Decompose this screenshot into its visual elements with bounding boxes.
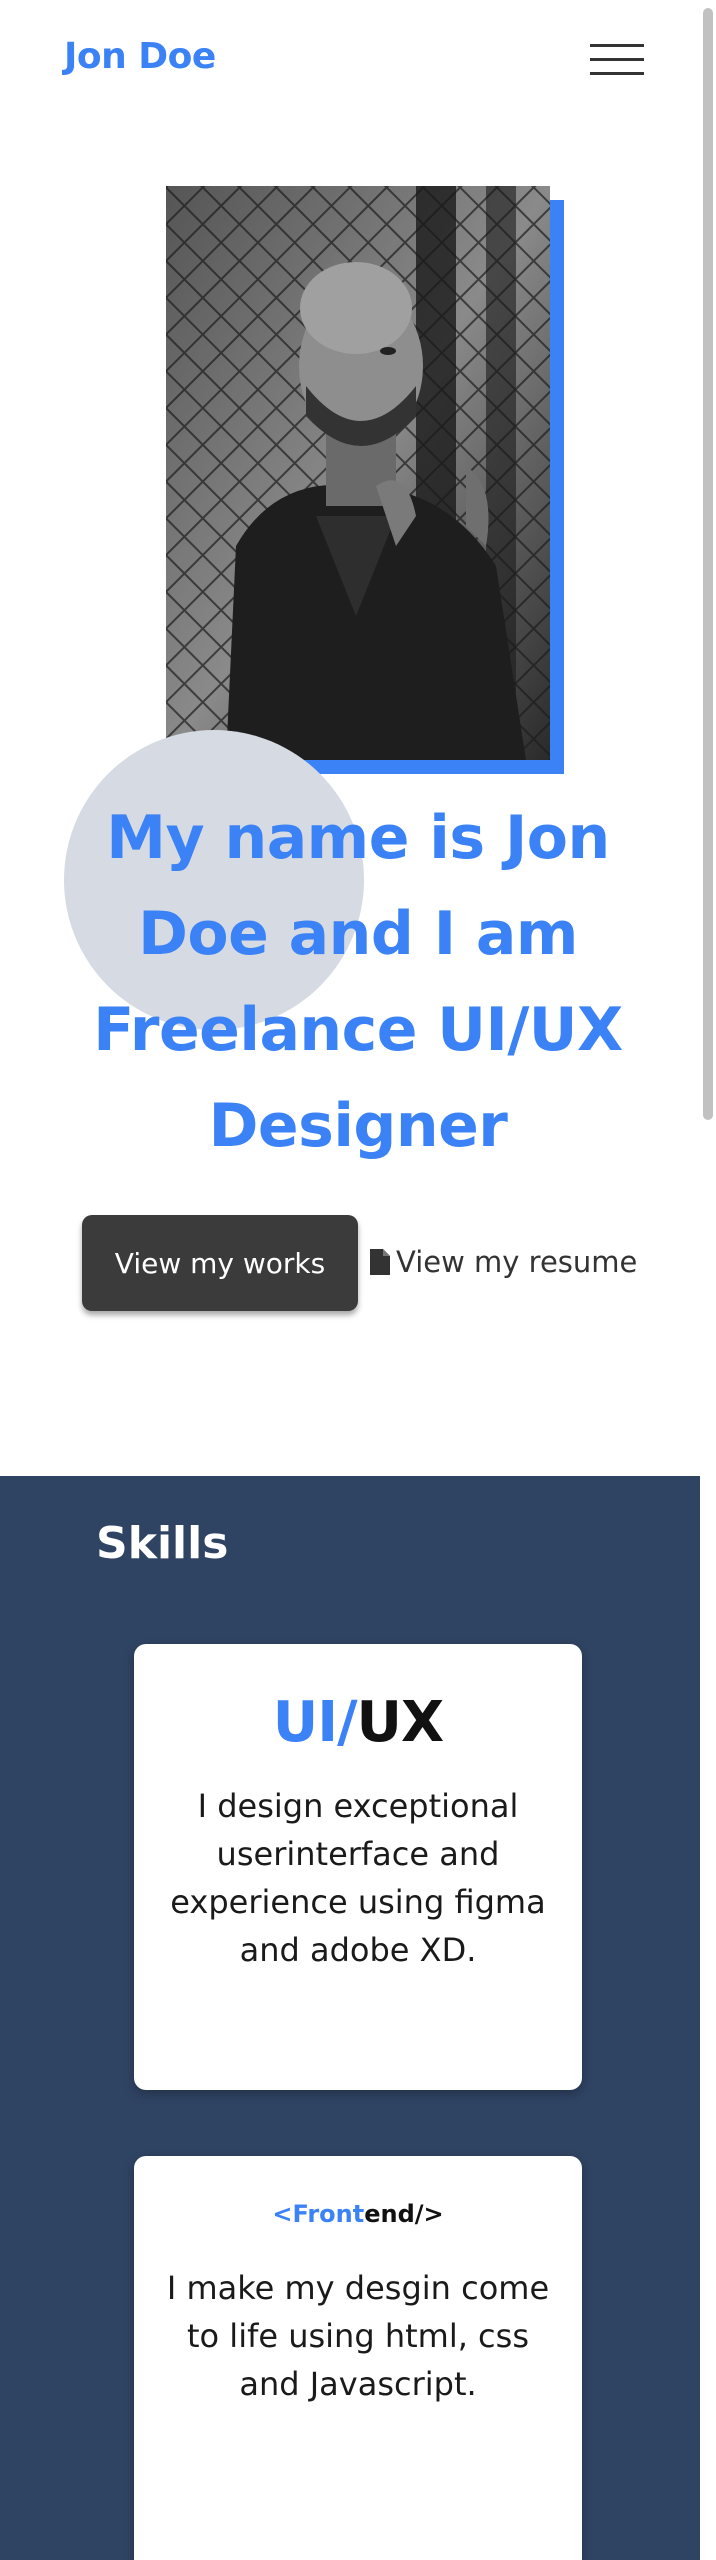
heading-part-accent: <Front bbox=[272, 2200, 365, 2228]
skills-title: Skills bbox=[96, 1518, 229, 1569]
skill-card-uiux: UI/UX I design exceptional userinterface… bbox=[134, 1644, 582, 2090]
skill-card-frontend: <Frontend/> I make my desgin come to lif… bbox=[134, 2156, 582, 2560]
skill-card-heading: UI/UX bbox=[134, 1690, 582, 1755]
portrait-illustration bbox=[166, 186, 550, 760]
portrait-photo bbox=[166, 186, 550, 760]
view-resume-link[interactable]: View my resume bbox=[370, 1240, 637, 1284]
skill-card-text: I make my desgin come to life using html… bbox=[166, 2269, 550, 2403]
hamburger-line bbox=[590, 72, 644, 75]
site-logo[interactable]: Jon Doe bbox=[64, 36, 216, 77]
heading-part-dark: UX bbox=[356, 1690, 445, 1755]
scrollbar-thumb[interactable] bbox=[703, 8, 713, 1120]
view-resume-label: View my resume bbox=[396, 1245, 638, 1279]
skill-card-text: I design exceptional userinterface and e… bbox=[170, 1787, 546, 1969]
hamburger-line bbox=[590, 58, 644, 61]
heading-part-dark: end/> bbox=[364, 2200, 444, 2228]
heading-part-accent: UI/ bbox=[272, 1690, 358, 1755]
view-works-button[interactable]: View my works bbox=[82, 1215, 358, 1311]
skills-section: Skills UI/UX I design exceptional userin… bbox=[0, 1476, 716, 2560]
hamburger-menu-icon[interactable] bbox=[590, 42, 644, 78]
file-icon bbox=[370, 1249, 390, 1275]
skill-card-heading: <Frontend/> bbox=[134, 2200, 582, 2228]
hamburger-line bbox=[590, 44, 644, 47]
site-header: Jon Doe bbox=[0, 0, 716, 124]
hero-title: My name is Jon Doe and I am Freelance UI… bbox=[93, 803, 623, 1161]
